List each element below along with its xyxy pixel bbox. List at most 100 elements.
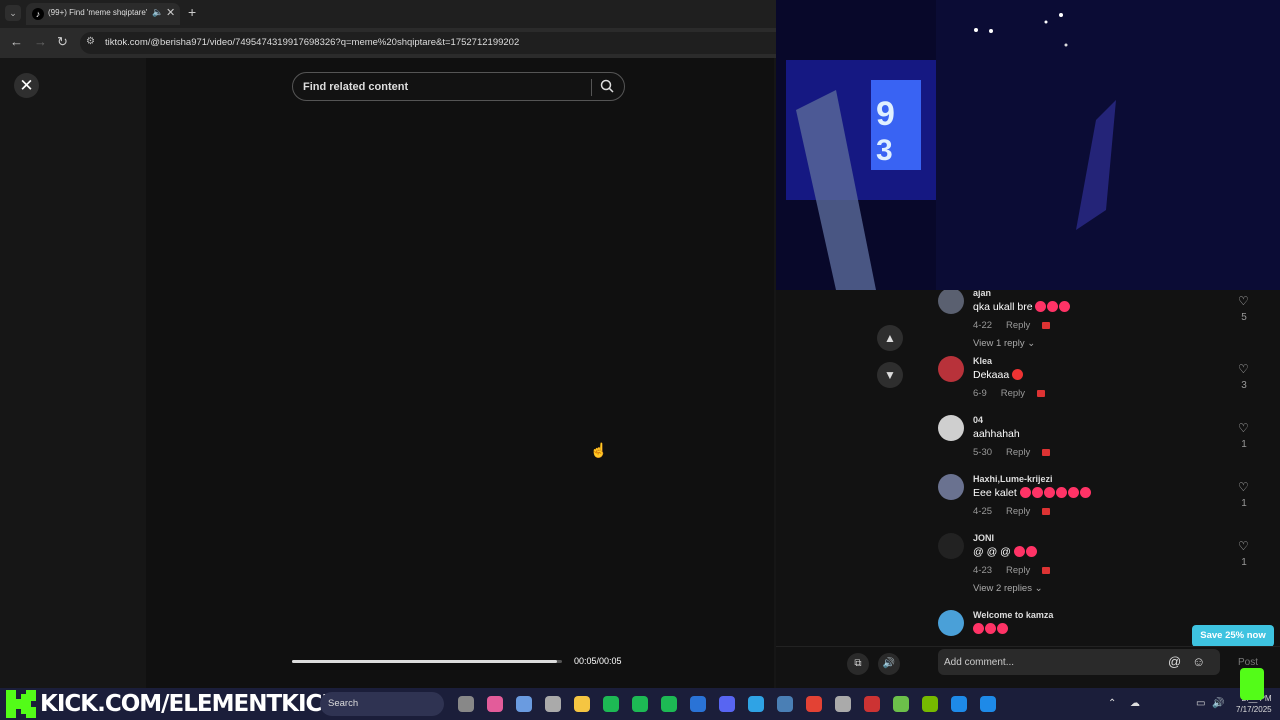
tab-list-button[interactable]: ⌄ xyxy=(5,5,21,21)
emoji-icon xyxy=(1055,487,1067,498)
comment-username[interactable]: Klea xyxy=(973,356,992,366)
taskbar-app-icon[interactable] xyxy=(603,696,619,712)
reply-button[interactable]: Reply xyxy=(1006,320,1030,331)
comment-bar: ⧉ 🔊 Add comment... @ ☺ Post xyxy=(776,646,1280,688)
tray-chevron-icon[interactable]: ⌃ xyxy=(1108,698,1116,709)
kick-tray-icon[interactable] xyxy=(1240,668,1264,700)
taskbar-app-icon[interactable] xyxy=(806,696,822,712)
reply-button[interactable]: Reply xyxy=(1006,447,1030,458)
avatar[interactable] xyxy=(938,290,964,314)
emoji-icon xyxy=(1047,301,1059,312)
address-bar[interactable]: ⚙ tiktok.com/@berisha971/video/749547431… xyxy=(80,32,776,54)
comment-text-body: qka ukall bre xyxy=(973,301,1033,313)
emoji-icon xyxy=(1019,487,1031,498)
search-input[interactable]: Find related content xyxy=(292,72,625,101)
taskbar-app-icon[interactable] xyxy=(661,696,677,712)
tab-close-icon[interactable]: ✕ xyxy=(166,6,175,19)
taskbar-app-icon[interactable] xyxy=(777,696,793,712)
screen: ⌄ ♪ (99+) Find 'meme shqiptare' 🔈 ✕ + ← … xyxy=(0,0,1280,720)
heart-icon[interactable]: ♡ xyxy=(1238,421,1249,435)
clock-date: 7/17/2025 xyxy=(1236,705,1272,714)
next-video-button[interactable]: ▼ xyxy=(877,362,903,388)
emoji-icon xyxy=(985,623,996,634)
comment-meta: 4-25 Reply xyxy=(973,506,1051,517)
taskbar-app-icon[interactable] xyxy=(893,696,909,712)
comment-date: 4-23 xyxy=(973,565,993,576)
comment-input[interactable]: Add comment... @ ☺ xyxy=(938,649,1220,675)
volume-icon[interactable]: 🔊 xyxy=(878,653,900,675)
avatar[interactable] xyxy=(938,610,964,636)
browser-tab[interactable]: ♪ (99+) Find 'meme shqiptare' 🔈 ✕ xyxy=(26,3,180,25)
flag-icon xyxy=(1037,389,1046,397)
search-icon[interactable] xyxy=(600,79,614,93)
site-info-icon[interactable]: ⚙ xyxy=(86,36,95,47)
forward-arrow-icon[interactable]: → xyxy=(34,34,47,49)
post-button[interactable]: Post xyxy=(1238,657,1258,668)
avatar[interactable] xyxy=(938,415,964,441)
taskbar-app-icon[interactable] xyxy=(748,696,764,712)
emoji-icon xyxy=(1035,301,1047,312)
taskbar-app-icon[interactable] xyxy=(516,696,532,712)
comment-username[interactable]: Welcome to kamza xyxy=(973,610,1053,620)
comment-text: @ @ @ xyxy=(973,546,1038,558)
taskbar-search-label: Search xyxy=(328,698,359,709)
emoji-group xyxy=(1019,487,1092,499)
like-count: 1 xyxy=(1241,498,1247,509)
taskbar-app-icon[interactable] xyxy=(545,696,561,712)
taskbar-app-icon[interactable] xyxy=(574,696,590,712)
comment-text xyxy=(973,623,1009,635)
comment-username[interactable]: JONI xyxy=(973,533,994,543)
avatar[interactable] xyxy=(938,533,964,559)
webcam-feed-image: 9 3 xyxy=(776,0,1280,290)
cloud-icon[interactable]: ☁ xyxy=(1130,698,1140,709)
taskbar-app-icon[interactable] xyxy=(632,696,648,712)
video-progress-bar[interactable] xyxy=(292,660,562,663)
comment-text: Eee kalet xyxy=(973,487,1092,499)
like-count: 3 xyxy=(1241,380,1247,391)
taskbar-app-icon[interactable] xyxy=(835,696,851,712)
taskbar-app-icon[interactable] xyxy=(458,696,474,712)
comment-text-body: @ @ @ xyxy=(973,546,1011,558)
comment-username[interactable]: Haxhi,Lume-krijezi xyxy=(973,474,1053,484)
avatar[interactable] xyxy=(938,356,964,382)
close-button[interactable]: ✕ xyxy=(14,73,39,98)
heart-icon[interactable]: ♡ xyxy=(1238,539,1249,553)
volume-tray-icon[interactable]: 🔊 xyxy=(1212,698,1224,709)
heart-icon[interactable]: ♡ xyxy=(1238,480,1249,494)
view-replies-button[interactable]: View 2 replies ⌄ xyxy=(973,583,1043,594)
emoji-icon[interactable]: ☺ xyxy=(1192,654,1205,669)
like-count: 5 xyxy=(1241,312,1247,323)
taskbar-app-icon[interactable] xyxy=(980,696,996,712)
kick-brand-text: KICK.COM/ELEMENTKICK xyxy=(40,691,339,717)
previous-video-button[interactable]: ▲ xyxy=(877,325,903,351)
taskbar-app-icon[interactable] xyxy=(690,696,706,712)
taskbar-app-icon[interactable] xyxy=(719,696,735,712)
reply-button[interactable]: Reply xyxy=(1001,388,1025,399)
comment-meta: 4-22 Reply xyxy=(973,320,1051,331)
avatar[interactable] xyxy=(938,474,964,500)
monitor-icon[interactable]: ▭ xyxy=(1196,698,1205,709)
reload-icon[interactable]: ↻ xyxy=(57,34,68,50)
comment-username[interactable]: 04 xyxy=(973,415,983,425)
taskbar-search[interactable]: Search xyxy=(320,692,444,716)
taskbar-app-icon[interactable] xyxy=(864,696,880,712)
comment-username[interactable]: ajan xyxy=(973,290,991,298)
flag-icon xyxy=(1042,566,1051,574)
heart-icon[interactable]: ♡ xyxy=(1238,294,1249,308)
reply-button[interactable]: Reply xyxy=(1006,506,1030,517)
save-promo-button[interactable]: Save 25% now xyxy=(1192,625,1274,647)
back-arrow-icon[interactable]: ← xyxy=(10,34,23,49)
reply-button[interactable]: Reply xyxy=(1006,565,1030,576)
taskbar-app-icon[interactable] xyxy=(922,696,938,712)
video-player[interactable] xyxy=(146,58,774,688)
taskbar-app-icon[interactable] xyxy=(951,696,967,712)
clip-icon[interactable]: ⧉ xyxy=(847,653,869,675)
mention-icon[interactable]: @ xyxy=(1168,654,1181,669)
heart-icon[interactable]: ♡ xyxy=(1238,362,1249,376)
new-tab-button[interactable]: + xyxy=(188,4,196,20)
taskbar-app-icon[interactable] xyxy=(487,696,503,712)
comment-text: qka ukall bre xyxy=(973,301,1071,313)
comment-text: aahhahah xyxy=(973,428,1020,440)
view-replies-button[interactable]: View 1 reply ⌄ xyxy=(973,338,1035,349)
speaker-icon[interactable]: 🔈 xyxy=(152,7,163,18)
